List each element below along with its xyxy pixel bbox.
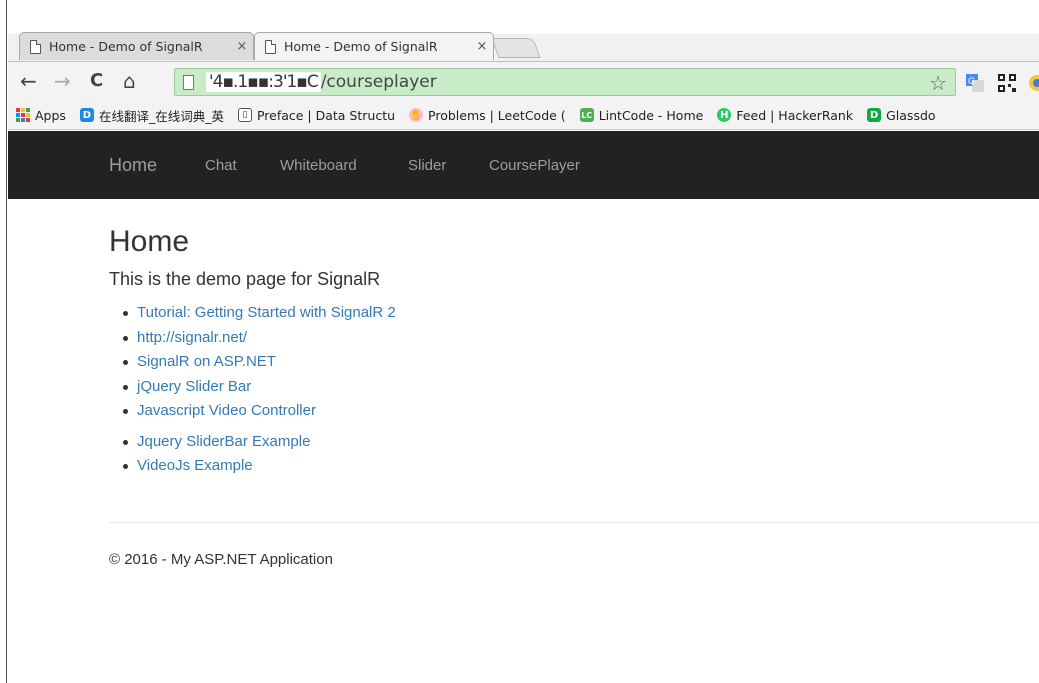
example-links: Jquery SliderBar Example VideoJs Example <box>109 430 1029 479</box>
lead-text: This is the demo page for SignalR <box>109 269 381 289</box>
link-video-controller[interactable]: Javascript Video Controller <box>123 399 1029 424</box>
bookmark-label: LintCode - Home <box>598 107 704 123</box>
nav-link-slider[interactable]: Slider <box>408 157 446 174</box>
bookmark-label: Preface | Data Structu <box>256 107 396 123</box>
bookmark-hackerrank[interactable]: H Feed | HackerRank <box>717 108 853 123</box>
page-icon <box>265 39 276 54</box>
page-icon <box>183 74 194 90</box>
bookmark-leetcode[interactable]: ✋ Problems | LeetCode ( <box>409 108 566 123</box>
main-content: Home This is the demo page for SignalR T… <box>109 222 1029 479</box>
glassdoor-icon: D <box>867 108 882 122</box>
url-host: '4▪.1▪▪:3'1▪C <box>206 72 321 92</box>
hand-icon: ✋ <box>409 108 424 122</box>
tab-close-icon[interactable]: × <box>471 39 493 54</box>
tab-close-icon[interactable]: × <box>231 39 253 54</box>
window-left-edge <box>0 0 7 683</box>
page-icon <box>30 39 41 54</box>
page-title: Home <box>109 225 190 258</box>
url-path: /courseplayer <box>320 72 437 92</box>
reload-icon[interactable]: C <box>90 70 103 92</box>
forward-arrow-icon[interactable]: → <box>54 70 71 92</box>
extension-icon[interactable] <box>1028 74 1039 92</box>
tab-title: Home - Demo of SignalR <box>49 39 203 54</box>
link-signalr-aspnet[interactable]: SignalR on ASP.NET <box>123 350 1029 375</box>
nav-link-whiteboard[interactable]: Whiteboard <box>280 157 357 174</box>
brand-home-link[interactable]: Home <box>109 155 157 176</box>
browser-toolbar: ← → C ⌂ '4▪.1▪▪:3'1▪C /courseplayer ☆ G <box>8 61 1039 101</box>
lintcode-icon: LC <box>579 108 594 122</box>
home-icon[interactable]: ⌂ <box>123 70 136 92</box>
bookmark-label: Apps <box>35 107 66 123</box>
resource-links: Tutorial: Getting Started with SignalR 2… <box>109 301 1029 424</box>
link-signalr-site[interactable]: http://signalr.net/ <box>123 326 1029 351</box>
bookmark-star-icon[interactable]: ☆ <box>929 71 947 95</box>
back-arrow-icon[interactable]: ← <box>20 70 37 92</box>
bookmark-translate[interactable]: D 在线翻译_在线词典_英 <box>79 106 224 125</box>
link-videojs-example[interactable]: VideoJs Example <box>123 454 1029 479</box>
link-sliderbar-example[interactable]: Jquery SliderBar Example <box>123 430 1029 455</box>
bookmark-glassdoor[interactable]: D Glassdo <box>867 107 936 123</box>
browser-tab-2[interactable]: Home - Demo of SignalR × <box>254 32 494 60</box>
hackerrank-icon: H <box>717 108 732 122</box>
link-jquery-slider[interactable]: jQuery Slider Bar <box>123 375 1029 400</box>
bookmarks-bar: Apps D 在线翻译_在线词典_英 ▯ Preface | Data Stru… <box>8 101 1039 130</box>
qr-code-extension-icon[interactable] <box>998 74 1016 92</box>
apps-grid-icon <box>16 108 30 122</box>
new-tab-button[interactable] <box>491 38 541 58</box>
bookmark-label: 在线翻译_在线词典_英 <box>98 108 224 124</box>
window-top-edge <box>7 0 1039 8</box>
footer-divider <box>109 522 1039 523</box>
bookmark-label: Problems | LeetCode ( <box>428 107 566 123</box>
book-icon: ▯ <box>237 108 252 122</box>
translate-extension-icon[interactable]: G <box>966 74 984 92</box>
bookmark-label: Feed | HackerRank <box>736 107 854 123</box>
address-bar[interactable]: '4▪.1▪▪:3'1▪C /courseplayer ☆ <box>174 68 956 96</box>
title-bar <box>8 8 1039 34</box>
nav-link-chat[interactable]: Chat <box>205 157 237 174</box>
tab-title: Home - Demo of SignalR <box>284 39 438 54</box>
bookmark-lintcode[interactable]: LC LintCode - Home <box>579 107 704 123</box>
footer-text: © 2016 - My ASP.NET Application <box>109 551 333 568</box>
bookmark-data-structures[interactable]: ▯ Preface | Data Structu <box>237 107 396 123</box>
bookmark-label: Glassdo <box>886 107 936 123</box>
link-signalr-tutorial[interactable]: Tutorial: Getting Started with SignalR 2 <box>123 301 1029 326</box>
browser-tab-1[interactable]: Home - Demo of SignalR × <box>19 32 254 60</box>
svg-text:G: G <box>968 76 975 86</box>
dict-icon: D <box>79 108 94 122</box>
site-navbar: Home Chat Whiteboard Slider CoursePlayer <box>8 131 1039 199</box>
nav-link-courseplayer[interactable]: CoursePlayer <box>489 157 580 174</box>
bookmark-apps[interactable]: Apps <box>16 108 66 123</box>
